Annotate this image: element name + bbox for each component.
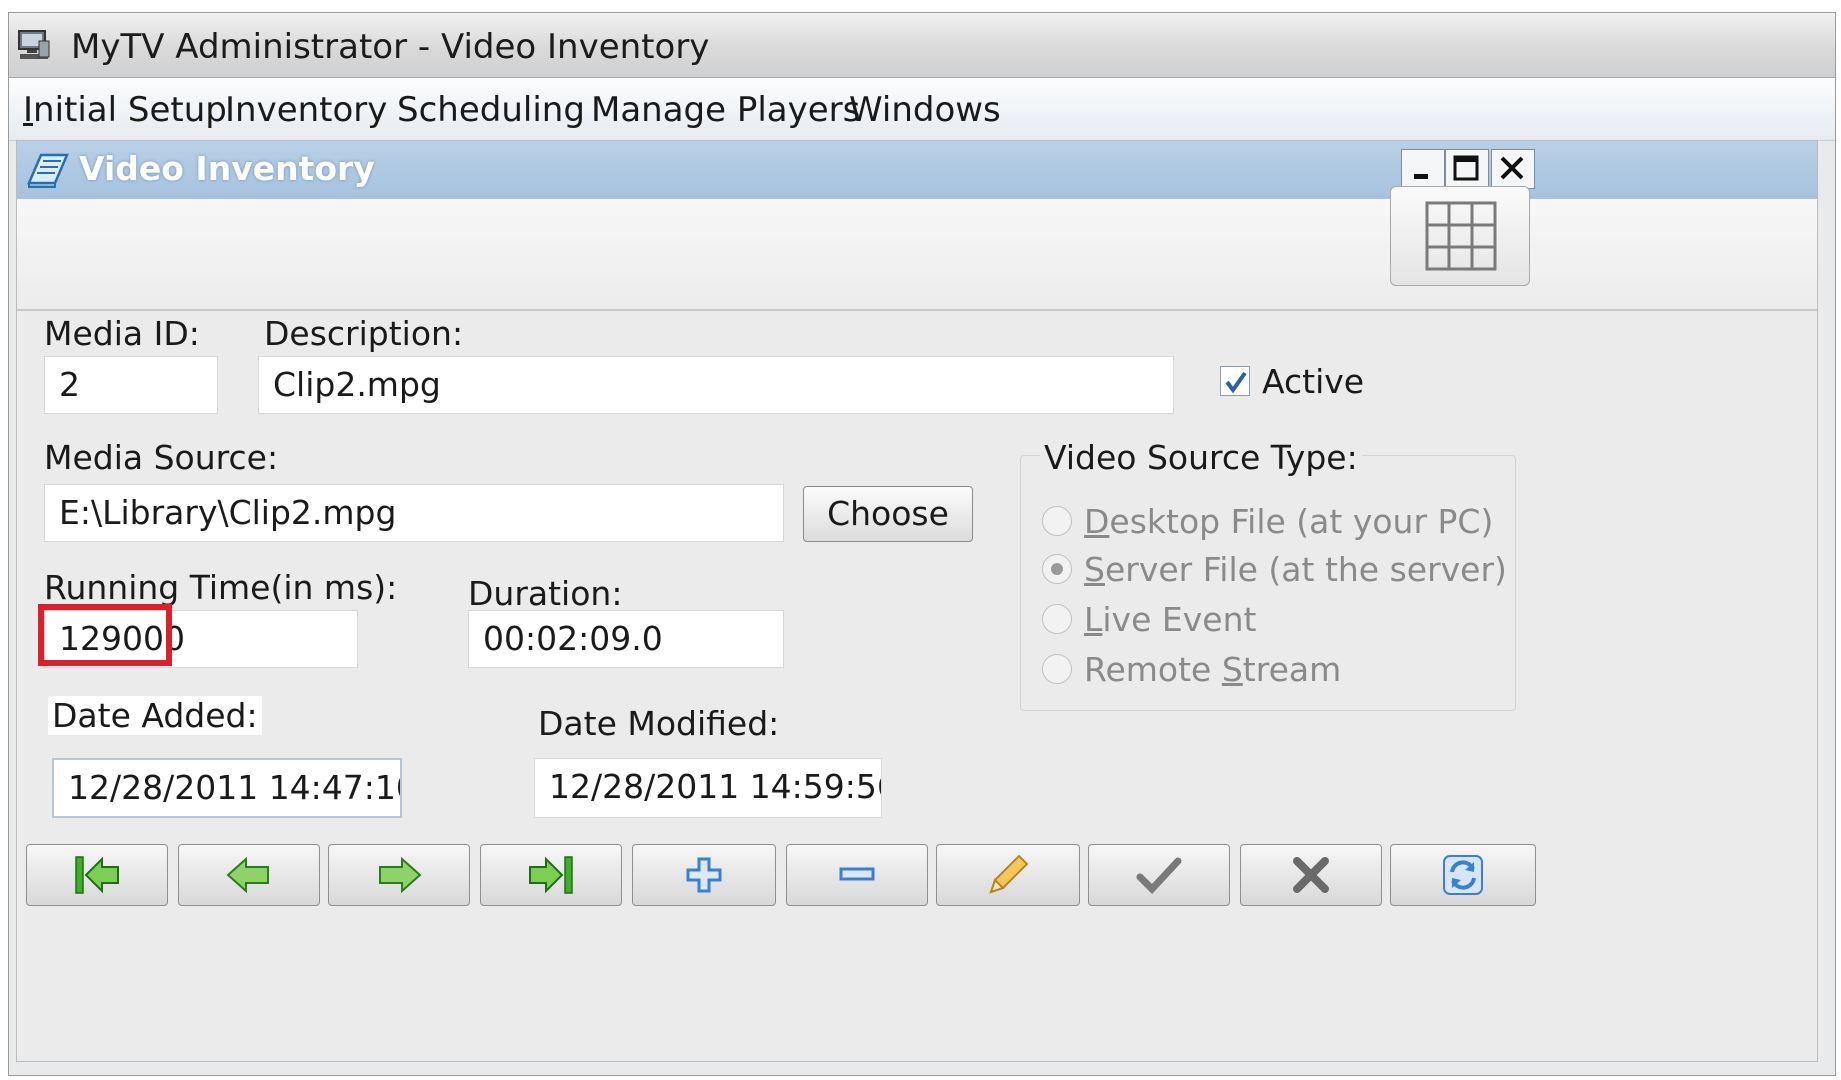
menu-label: Windows [849, 90, 1001, 130]
video-source-type-label: Video Source Type: [1040, 438, 1362, 477]
radio-label-prefix: Remote [1084, 650, 1222, 689]
save-check-icon [1136, 857, 1182, 895]
cancel-record-button[interactable] [1240, 844, 1382, 906]
computer-icon [18, 30, 50, 59]
last-record-icon [529, 856, 573, 894]
date-added-label: Date Added: [48, 696, 262, 735]
radio-label-text: tream [1242, 650, 1342, 689]
checkmark-icon [1225, 371, 1247, 394]
menu-scheduling[interactable]: Scheduling [397, 90, 585, 130]
active-checkbox[interactable] [1220, 366, 1250, 396]
close-button[interactable] [1491, 149, 1535, 189]
refresh-icon [1443, 855, 1483, 895]
description-field[interactable]: Clip2.mpg [258, 356, 1174, 414]
first-record-icon [75, 856, 119, 894]
refresh-button[interactable] [1390, 844, 1536, 906]
radio-mnemonic: S [1221, 650, 1243, 689]
media-id-label: Media ID: [44, 314, 200, 353]
book-icon [27, 153, 69, 188]
maximize-button[interactable] [1445, 149, 1489, 189]
choose-button[interactable]: Choose [803, 486, 973, 542]
app-title: MyTV Administrator - Video Inventory [71, 27, 710, 67]
minimize-button[interactable] [1401, 149, 1445, 189]
remove-icon [839, 867, 875, 881]
grid-view-icon [1425, 201, 1497, 271]
description-label: Description: [264, 314, 464, 353]
radio-remote-stream[interactable] [1042, 654, 1072, 684]
active-label: Active [1262, 362, 1365, 401]
next-record-icon [379, 856, 422, 894]
child-title-bar: Video Inventory [17, 141, 1817, 199]
menu-bar: Initial Setup Inventory Scheduling Manag… [9, 78, 1835, 141]
remove-record-button[interactable] [786, 844, 928, 906]
menu-label: Scheduling [397, 90, 585, 130]
menu-manage-players[interactable]: Manage Players [591, 90, 860, 130]
date-modified-label: Date Modified: [538, 704, 780, 743]
grid-view-button[interactable] [1390, 186, 1530, 286]
date-modified-field[interactable]: 12/28/2011 14:59:56 [534, 758, 882, 818]
radio-remote-stream-label: Remote Stream [1084, 650, 1341, 689]
date-added-field[interactable]: 12/28/2011 14:47:10 [52, 758, 402, 818]
radio-server-file-label: Server File (at the server) [1084, 550, 1507, 589]
maximize-icon [1453, 155, 1479, 181]
previous-record-icon [226, 856, 269, 894]
radio-desktop-file[interactable] [1042, 506, 1072, 536]
radio-label-text: esktop File (at your PC) [1109, 502, 1494, 541]
menu-initial-setup[interactable]: Initial Setup [23, 90, 227, 130]
add-record-button[interactable] [632, 844, 776, 906]
running-time-label: Running Time(in ms): [44, 568, 398, 607]
title-bar: MyTV Administrator - Video Inventory [9, 13, 1835, 78]
toolbar-area [17, 199, 1817, 311]
last-record-button[interactable] [480, 844, 622, 906]
edit-record-button[interactable] [936, 844, 1080, 906]
media-source-field[interactable]: E:\Library\Clip2.mpg [44, 484, 784, 542]
menu-label: nitial Setup [33, 90, 227, 130]
next-record-button[interactable] [328, 844, 470, 906]
menu-windows[interactable]: Windows [849, 90, 1001, 130]
add-icon [686, 857, 722, 893]
menu-label: Manage Players [591, 90, 861, 130]
edit-icon [989, 854, 1029, 894]
menu-mnemonic: I [23, 90, 34, 130]
running-time-field[interactable]: 129000 [44, 610, 358, 668]
radio-label-text: ive Event [1102, 600, 1257, 639]
radio-mnemonic: D [1084, 502, 1110, 541]
child-window-title: Video Inventory [79, 149, 375, 188]
radio-live-event-label: Live Event [1084, 600, 1256, 639]
media-id-field[interactable]: 2 [44, 356, 218, 414]
radio-mnemonic: S [1084, 550, 1105, 589]
duration-field[interactable]: 00:02:09.0 [468, 610, 784, 668]
previous-record-button[interactable] [178, 844, 320, 906]
menu-label: Inventory [225, 90, 388, 130]
radio-server-file[interactable] [1042, 554, 1072, 584]
first-record-button[interactable] [26, 844, 168, 906]
radio-live-event[interactable] [1042, 604, 1072, 634]
duration-label: Duration: [468, 574, 623, 613]
cancel-x-icon [1293, 857, 1329, 893]
radio-mnemonic: L [1084, 600, 1103, 639]
media-source-label: Media Source: [44, 438, 279, 477]
minimize-icon [1414, 174, 1428, 179]
menu-inventory[interactable]: Inventory [225, 90, 387, 130]
close-icon [1500, 156, 1524, 180]
radio-desktop-file-label: Desktop File (at your PC) [1084, 502, 1493, 541]
save-record-button[interactable] [1088, 844, 1230, 906]
radio-label-text: erver File (at the server) [1104, 550, 1507, 589]
